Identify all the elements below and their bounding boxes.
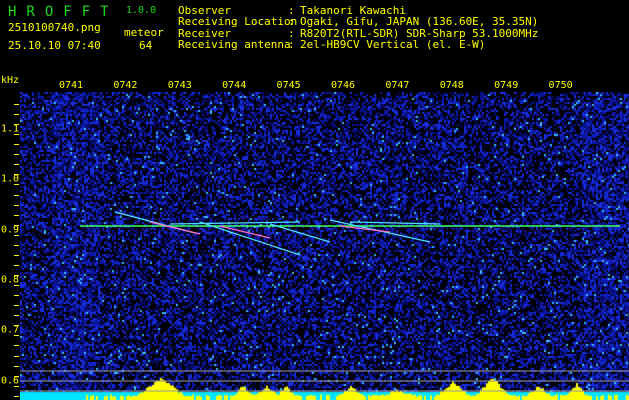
info-value-location: Ogaki, Gifu, JAPAN (136.60E, 35.35N)	[300, 15, 539, 28]
info-sep: :	[288, 38, 295, 51]
freq-tick	[14, 154, 19, 155]
meteor-trail	[339, 225, 391, 233]
freq-tick	[14, 114, 19, 115]
freq-tick	[14, 325, 19, 326]
time-label: 0744	[222, 80, 247, 91]
freq-tick	[14, 124, 19, 125]
freq-tick	[14, 285, 19, 286]
freq-tick	[14, 235, 19, 236]
time-label: 0750	[548, 80, 573, 91]
freq-unit-label: kHz	[1, 75, 20, 86]
time-label: 0748	[439, 80, 464, 91]
freq-tick	[14, 134, 19, 135]
freq-tick	[14, 335, 19, 336]
time-label: 0745	[276, 80, 301, 91]
freq-label: 0.8	[1, 274, 20, 286]
time-label: 0747	[385, 80, 410, 91]
app-title: HROFFT	[8, 4, 119, 20]
freq-tick	[14, 245, 19, 246]
freq-tick	[14, 225, 19, 226]
file-name: 2510100740.png	[8, 21, 101, 34]
freq-tick	[14, 164, 19, 165]
meteor-trail	[349, 221, 441, 225]
time-label: 0742	[113, 80, 138, 91]
time-label: 0749	[494, 80, 519, 91]
time-label: 0743	[167, 80, 192, 91]
freq-tick	[14, 305, 19, 306]
spectrogram	[20, 92, 629, 400]
freq-tick	[14, 396, 19, 397]
freq-tick	[14, 345, 19, 346]
meteor-echoes	[114, 211, 441, 256]
meteor-count: 64	[139, 39, 153, 52]
meteor-overlay	[20, 211, 629, 392]
freq-tick	[14, 215, 19, 216]
freq-tick	[14, 275, 19, 276]
freq-tick	[14, 144, 19, 145]
freq-tick	[14, 104, 19, 105]
info-sep: :	[288, 15, 295, 28]
freq-tick	[14, 386, 19, 387]
freq-tick	[14, 255, 19, 256]
freq-label: 1.1	[1, 123, 20, 135]
freq-tick	[14, 315, 19, 316]
freq-tick	[14, 184, 19, 185]
freq-tick	[14, 265, 19, 266]
time-label: 0746	[330, 80, 356, 91]
freq-tick	[14, 195, 19, 196]
time-label: 0741	[58, 80, 84, 91]
freq-tick	[14, 295, 19, 296]
freq-tick	[14, 205, 19, 206]
info-value-antenna: 2el-HB9CV Vertical (el. E-W)	[300, 38, 486, 51]
freq-tick	[14, 366, 19, 367]
meteor-trail	[199, 221, 301, 256]
date-time: 25.10.10 07:40	[8, 39, 101, 52]
freq-tick	[14, 376, 19, 377]
meteor-label: meteor	[124, 26, 164, 39]
info-label-location: Receiving Location	[178, 15, 298, 28]
freq-tick	[14, 356, 19, 357]
meteor-trail	[169, 221, 301, 225]
info-label-antenna: Receiving antenna	[178, 38, 291, 51]
app-version: 1.0.0	[126, 5, 157, 16]
freq-tick	[14, 174, 19, 175]
